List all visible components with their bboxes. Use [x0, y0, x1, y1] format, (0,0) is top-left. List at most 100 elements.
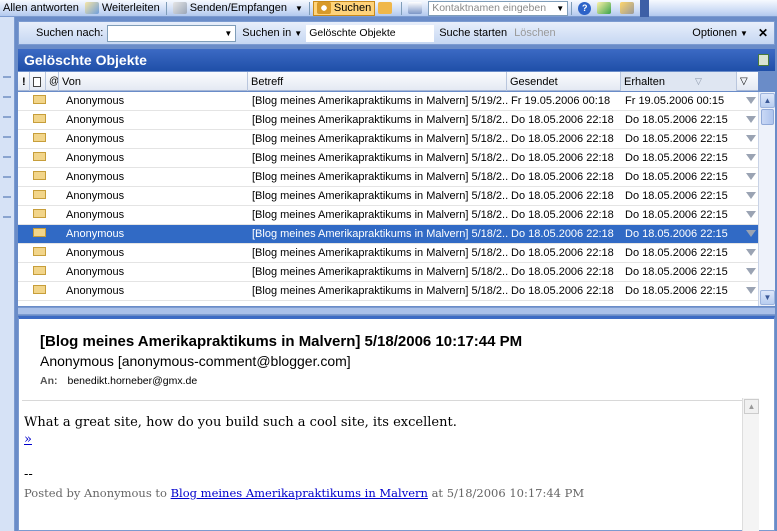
flag-cell[interactable]	[738, 266, 758, 278]
nav-grip	[3, 176, 11, 178]
flag-cell[interactable]	[738, 285, 758, 297]
to-address[interactable]: benedikt.horneber@gmx.de	[68, 375, 198, 387]
nav-grip	[3, 136, 11, 138]
addin-button[interactable]	[594, 1, 617, 16]
message-list-scrollbar[interactable]: ▲ ▼	[758, 92, 775, 306]
options-button[interactable]: Optionen ▼	[692, 27, 748, 39]
start-search-button[interactable]: Suche starten	[439, 27, 507, 39]
contact-search-placeholder: Kontaktnamen eingeben	[432, 2, 547, 14]
flag-cell[interactable]	[738, 114, 758, 126]
send-receive-button[interactable]: Senden/Empfangen ▼	[170, 1, 306, 16]
envelope-icon	[33, 266, 46, 275]
message-row[interactable]: Anonymous [Blog meines Amerikapraktikums …	[18, 282, 758, 301]
sort-descending-icon: ▽	[694, 76, 702, 86]
envelope-icon	[33, 171, 46, 180]
message-status-cell	[18, 95, 63, 107]
message-subject-cell: [Blog meines Amerikapraktikums in Malver…	[252, 285, 508, 297]
column-icon[interactable]	[30, 72, 46, 91]
tools-button[interactable]	[617, 1, 640, 16]
message-sent: Fr 19.05.2006 00:18	[511, 95, 611, 107]
message-received: Do 18.05.2006 22:15	[625, 133, 728, 145]
message-status-cell	[18, 133, 63, 145]
column-sent[interactable]: Gesendet	[507, 72, 621, 91]
find-button[interactable]: Suchen	[312, 0, 376, 16]
flag-cell[interactable]	[738, 133, 758, 145]
nav-grip	[3, 116, 11, 118]
scroll-down-button[interactable]: ▼	[760, 290, 775, 305]
message-subject-cell: [Blog meines Amerikapraktikums in Malver…	[252, 209, 508, 221]
contact-search-input[interactable]: Kontaktnamen eingeben ▼	[428, 0, 569, 16]
message-sent: Do 18.05.2006 22:18	[511, 266, 614, 278]
envelope-icon	[33, 190, 46, 199]
addin-icon	[597, 2, 612, 14]
envelope-icon	[33, 133, 46, 142]
toolbar: Allen antworten Weiterleiten Senden/Empf…	[0, 0, 777, 17]
message-row[interactable]: Anonymous [Blog meines Amerikapraktikums …	[18, 206, 758, 225]
message-row[interactable]: Anonymous [Blog meines Amerikapraktikums …	[18, 244, 758, 263]
toolbar-overflow-button[interactable]	[640, 0, 650, 17]
flag-cell[interactable]	[738, 152, 758, 164]
reading-pane-scrollbar[interactable]: ▲	[742, 398, 759, 531]
toolbar-separator	[165, 1, 167, 15]
scroll-thumb[interactable]	[761, 109, 774, 125]
received-header-label: Erhalten	[624, 75, 665, 88]
message-received: Do 18.05.2006 22:15	[625, 247, 728, 259]
column-flag[interactable]: ▽	[737, 72, 758, 91]
envelope-icon	[33, 247, 46, 256]
flag-cell[interactable]	[738, 247, 758, 259]
flag-cell[interactable]	[738, 171, 758, 183]
message-row[interactable]: Anonymous [Blog meines Amerikapraktikums …	[18, 168, 758, 187]
message-row[interactable]: Anonymous [Blog meines Amerikapraktikums …	[18, 111, 758, 130]
message-sent: Do 18.05.2006 22:18	[511, 247, 614, 259]
envelope-icon	[33, 152, 46, 161]
flag-cell[interactable]	[738, 95, 758, 107]
column-received[interactable]: Erhalten ▽	[621, 72, 737, 91]
column-importance[interactable]: !	[18, 72, 30, 91]
help-button[interactable]: ?	[575, 1, 594, 16]
close-icon[interactable]: ✕	[758, 26, 768, 40]
reply-all-button[interactable]: Allen antworten	[0, 1, 82, 16]
search-for-label: Suchen nach:	[36, 27, 104, 39]
column-from[interactable]: Von	[59, 72, 248, 91]
message-from: Anonymous	[66, 247, 125, 259]
message-row[interactable]: Anonymous [Blog meines Amerikapraktikums …	[18, 187, 758, 206]
flag-icon	[746, 287, 756, 294]
message-list: Anonymous [Blog meines Amerikapraktikums …	[18, 92, 758, 306]
message-received: Fr 19.05.2006 00:15	[625, 95, 725, 107]
flag-cell[interactable]	[738, 209, 758, 221]
scroll-up-button[interactable]: ▲	[760, 93, 775, 108]
message-sent: Do 18.05.2006 22:18	[511, 152, 614, 164]
column-attachment[interactable]: @	[46, 72, 59, 91]
address-book-button[interactable]	[405, 1, 428, 16]
clear-search-button[interactable]: Löschen	[514, 27, 556, 39]
message-status-cell	[18, 114, 63, 126]
send-receive-icon	[172, 2, 187, 14]
find-bar: Suchen nach: ▼ Suchen in ▼ Gelöschte Obj…	[18, 21, 775, 45]
flag-cell[interactable]	[738, 190, 758, 202]
message-row[interactable]: Anonymous [Blog meines Amerikapraktikums …	[18, 92, 758, 111]
body-text: What a great site, how do you build such…	[24, 415, 457, 430]
toolbar-separator	[401, 1, 403, 15]
message-recipients: An: benedikt.horneber@gmx.de	[40, 375, 774, 387]
forward-button[interactable]: Weiterleiten	[82, 1, 163, 16]
organize-button[interactable]	[375, 1, 398, 16]
message-row[interactable]: Anonymous [Blog meines Amerikapraktikums …	[18, 130, 758, 149]
message-sent: Do 18.05.2006 22:18	[511, 209, 614, 221]
blog-link[interactable]: Blog meines Amerikapraktikums in Malvern	[171, 486, 428, 500]
scroll-up-button[interactable]: ▲	[744, 399, 759, 414]
read-more-link[interactable]: »	[24, 432, 758, 447]
message-row[interactable]: Anonymous [Blog meines Amerikapraktikums …	[18, 149, 758, 168]
message-received: Do 18.05.2006 22:15	[625, 209, 728, 221]
envelope-icon	[33, 95, 46, 104]
search-in-button[interactable]: Suchen in ▼	[242, 27, 302, 39]
message-received: Do 18.05.2006 22:15	[625, 152, 728, 164]
flag-icon	[746, 173, 756, 180]
message-row[interactable]: Anonymous [Blog meines Amerikapraktikums …	[18, 263, 758, 282]
column-subject[interactable]: Betreff	[248, 72, 507, 91]
search-for-input[interactable]: ▼	[107, 24, 237, 42]
pane-splitter[interactable]	[18, 307, 775, 315]
flag-cell[interactable]	[738, 228, 758, 240]
envelope-icon	[33, 228, 46, 237]
flag-icon	[746, 230, 756, 237]
message-row[interactable]: Anonymous [Blog meines Amerikapraktikums …	[18, 225, 758, 244]
